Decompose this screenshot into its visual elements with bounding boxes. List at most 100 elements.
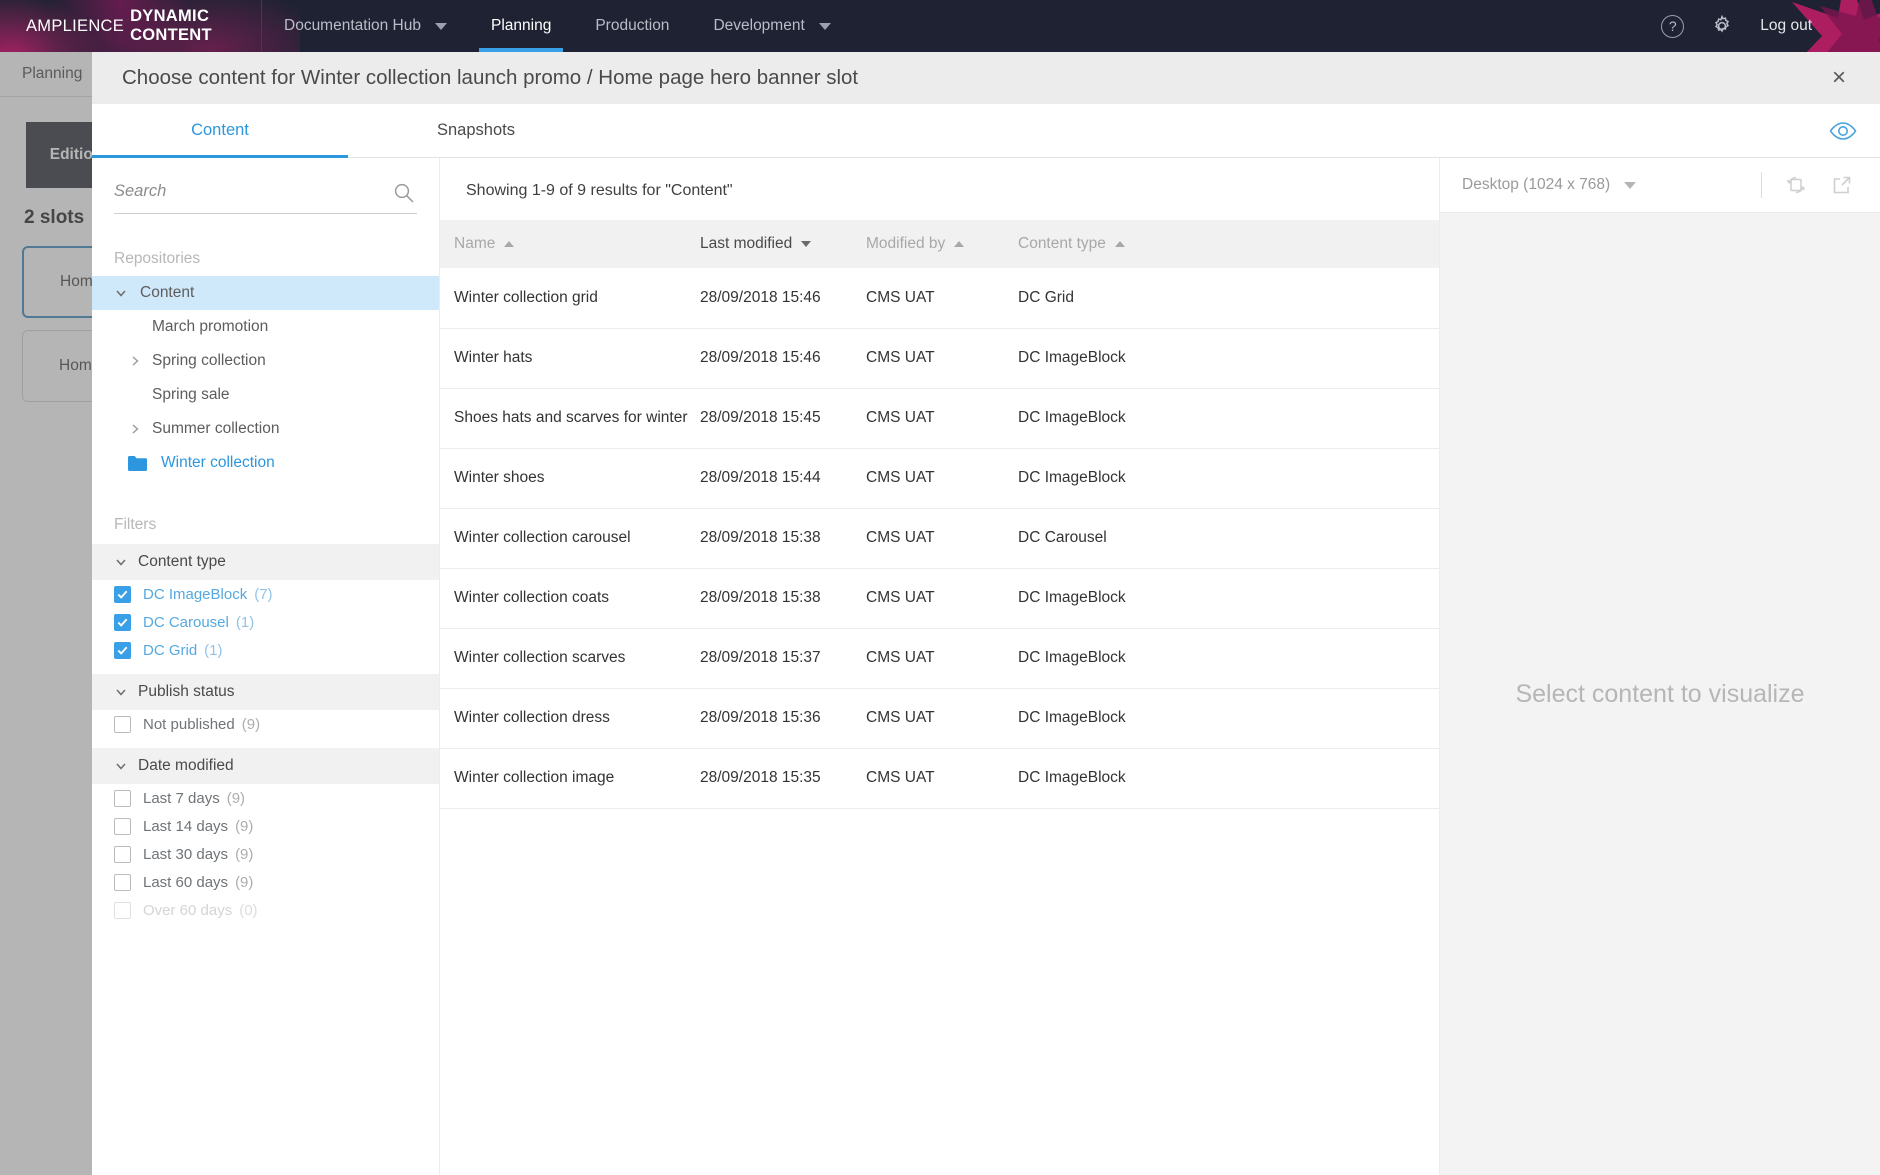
column-header-last-modified-label: Last modified: [700, 235, 793, 252]
search-icon[interactable]: [393, 182, 415, 204]
nav-production-label: Production: [595, 17, 670, 34]
filter-dc-carousel-label: DC Carousel: [143, 613, 229, 631]
column-header-modified-by[interactable]: Modified by: [854, 220, 1006, 268]
column-header-content-type[interactable]: Content type: [1006, 220, 1439, 268]
cell-last-modified: 28/09/2018 15:37: [688, 628, 854, 689]
preview-pane: Desktop (1024 x 768) Select content to v…: [1440, 158, 1880, 1175]
chevron-right-icon[interactable]: [128, 354, 150, 368]
cell-last-modified: 28/09/2018 15:46: [688, 328, 854, 389]
filter-last-30-days[interactable]: Last 30 days (9): [92, 840, 439, 868]
cell-last-modified: 28/09/2018 15:38: [688, 568, 854, 629]
filter-dc-grid-label: DC Grid: [143, 641, 198, 659]
preview-empty-message: Select content to visualize: [1515, 679, 1805, 708]
filter-over-60-days-label: Over 60 days: [143, 901, 233, 919]
table-row[interactable]: Winter collection dress 28/09/2018 15:36…: [440, 688, 1439, 749]
filter-last-14-days[interactable]: Last 14 days (9): [92, 812, 439, 840]
column-header-name[interactable]: Name: [440, 220, 688, 268]
table-row[interactable]: Winter collection coats 28/09/2018 15:38…: [440, 568, 1439, 629]
nav-production[interactable]: Production: [573, 0, 691, 52]
filter-last-60-days-label: Last 60 days: [143, 873, 229, 891]
tree-item-winter-collection[interactable]: Winter collection: [92, 446, 439, 480]
chevron-down-icon: [1624, 181, 1637, 189]
filter-group-date-modified[interactable]: Date modified: [92, 748, 439, 784]
filter-last-60-days[interactable]: Last 60 days (9): [92, 868, 439, 896]
cell-modified-by: CMS UAT: [854, 568, 1006, 629]
filters-label: Filters: [114, 516, 157, 533]
table-row[interactable]: Winter collection scarves 28/09/2018 15:…: [440, 628, 1439, 689]
preview-empty-state: Select content to visualize: [1440, 212, 1880, 1175]
tree-item-content[interactable]: Content: [92, 276, 439, 310]
checkbox-checked-icon[interactable]: [114, 641, 131, 659]
checkbox-unchecked-icon: [114, 901, 131, 919]
brand-logo[interactable]: AMPLIENCE DYNAMIC CONTENT: [0, 0, 262, 52]
nav-development[interactable]: Development: [691, 0, 852, 52]
cell-last-modified: 28/09/2018 15:46: [688, 268, 854, 329]
checkbox-unchecked-icon[interactable]: [114, 789, 131, 807]
tree-item-summer-collection-label: Summer collection: [152, 420, 280, 437]
checkbox-checked-icon[interactable]: [114, 585, 131, 603]
filter-group-publish-status[interactable]: Publish status: [92, 674, 439, 710]
filter-last-14-days-label: Last 14 days: [143, 817, 229, 835]
filter-over-60-days: Over 60 days (0): [92, 896, 439, 924]
help-icon[interactable]: ?: [1661, 14, 1685, 38]
filter-dc-carousel[interactable]: DC Carousel (1): [92, 608, 439, 636]
tree-item-spring-collection[interactable]: Spring collection: [92, 344, 439, 378]
tree-item-summer-collection[interactable]: Summer collection: [92, 412, 439, 446]
open-external-icon[interactable]: [1830, 173, 1854, 197]
nav-documentation-hub[interactable]: Documentation Hub: [262, 0, 469, 52]
filter-last-7-days[interactable]: Last 7 days (9): [92, 784, 439, 812]
filter-dc-grid-count: (1): [204, 641, 223, 659]
filter-last-7-days-label: Last 7 days: [143, 789, 220, 807]
modal-header: Choose content for Winter collection lau…: [92, 52, 1880, 104]
filter-sidebar: Repositories Content March promotion Spr…: [92, 158, 440, 1175]
gear-icon[interactable]: [1710, 14, 1734, 38]
filter-not-published-count: (9): [241, 715, 261, 733]
table-row[interactable]: Winter collection carousel 28/09/2018 15…: [440, 508, 1439, 569]
chevron-right-icon[interactable]: [128, 422, 150, 436]
tab-snapshots[interactable]: Snapshots: [348, 104, 604, 157]
preview-toolbar: Desktop (1024 x 768): [1440, 158, 1880, 212]
filter-over-60-days-count: (0): [239, 901, 258, 919]
table-row[interactable]: Winter collection image 28/09/2018 15:35…: [440, 748, 1439, 809]
checkbox-unchecked-icon[interactable]: [114, 873, 131, 891]
modal-tabbar: Content Snapshots: [92, 104, 1880, 158]
top-navigation-bar: AMPLIENCE DYNAMIC CONTENT Documentation …: [0, 0, 1880, 52]
checkbox-checked-icon[interactable]: [114, 613, 131, 631]
checkbox-unchecked-icon[interactable]: [114, 845, 131, 863]
rotate-device-icon[interactable]: [1784, 173, 1808, 197]
sort-ascending-icon: [504, 240, 515, 247]
tab-content[interactable]: Content: [92, 104, 348, 158]
table-row[interactable]: Shoes hats and scarves for winter 28/09/…: [440, 388, 1439, 449]
close-icon[interactable]: ×: [1826, 65, 1852, 91]
tree-item-march-promotion[interactable]: March promotion: [92, 310, 439, 344]
preview-tools: [1761, 172, 1880, 198]
column-header-name-label: Name: [454, 235, 496, 252]
eye-icon[interactable]: [1828, 120, 1858, 142]
device-select[interactable]: Desktop (1024 x 768): [1462, 176, 1637, 194]
folder-icon: [128, 455, 147, 471]
filter-not-published[interactable]: Not published (9): [92, 710, 439, 738]
tree-item-spring-sale[interactable]: Spring sale: [92, 378, 439, 412]
column-header-last-modified[interactable]: Last modified: [688, 220, 854, 268]
cell-content-type: DC ImageBlock: [1006, 568, 1439, 629]
column-header-content-type-label: Content type: [1018, 235, 1106, 252]
checkbox-unchecked-icon[interactable]: [114, 817, 131, 835]
cell-last-modified: 28/09/2018 15:35: [688, 748, 854, 809]
filter-dc-imageblock[interactable]: DC ImageBlock (7): [92, 580, 439, 608]
table-row[interactable]: Winter hats 28/09/2018 15:46 CMS UAT DC …: [440, 328, 1439, 389]
filter-last-30-days-label: Last 30 days: [143, 845, 229, 863]
filter-dc-carousel-count: (1): [235, 613, 255, 631]
logout-button[interactable]: Log out: [1760, 17, 1812, 35]
nav-planning[interactable]: Planning: [469, 0, 573, 52]
search-input[interactable]: [114, 182, 417, 205]
table-row[interactable]: Winter collection grid 28/09/2018 15:46 …: [440, 268, 1439, 329]
checkbox-unchecked-icon[interactable]: [114, 715, 131, 733]
filter-group-content-type[interactable]: Content type: [92, 544, 439, 580]
chevron-down-icon: [435, 22, 447, 30]
filter-last-60-days-count: (9): [235, 873, 254, 891]
nav-planning-label: Planning: [491, 17, 552, 34]
filter-dc-grid[interactable]: DC Grid (1): [92, 636, 439, 664]
cell-modified-by: CMS UAT: [854, 508, 1006, 569]
table-row[interactable]: Winter shoes 28/09/2018 15:44 CMS UAT DC…: [440, 448, 1439, 509]
cell-modified-by: CMS UAT: [854, 688, 1006, 749]
